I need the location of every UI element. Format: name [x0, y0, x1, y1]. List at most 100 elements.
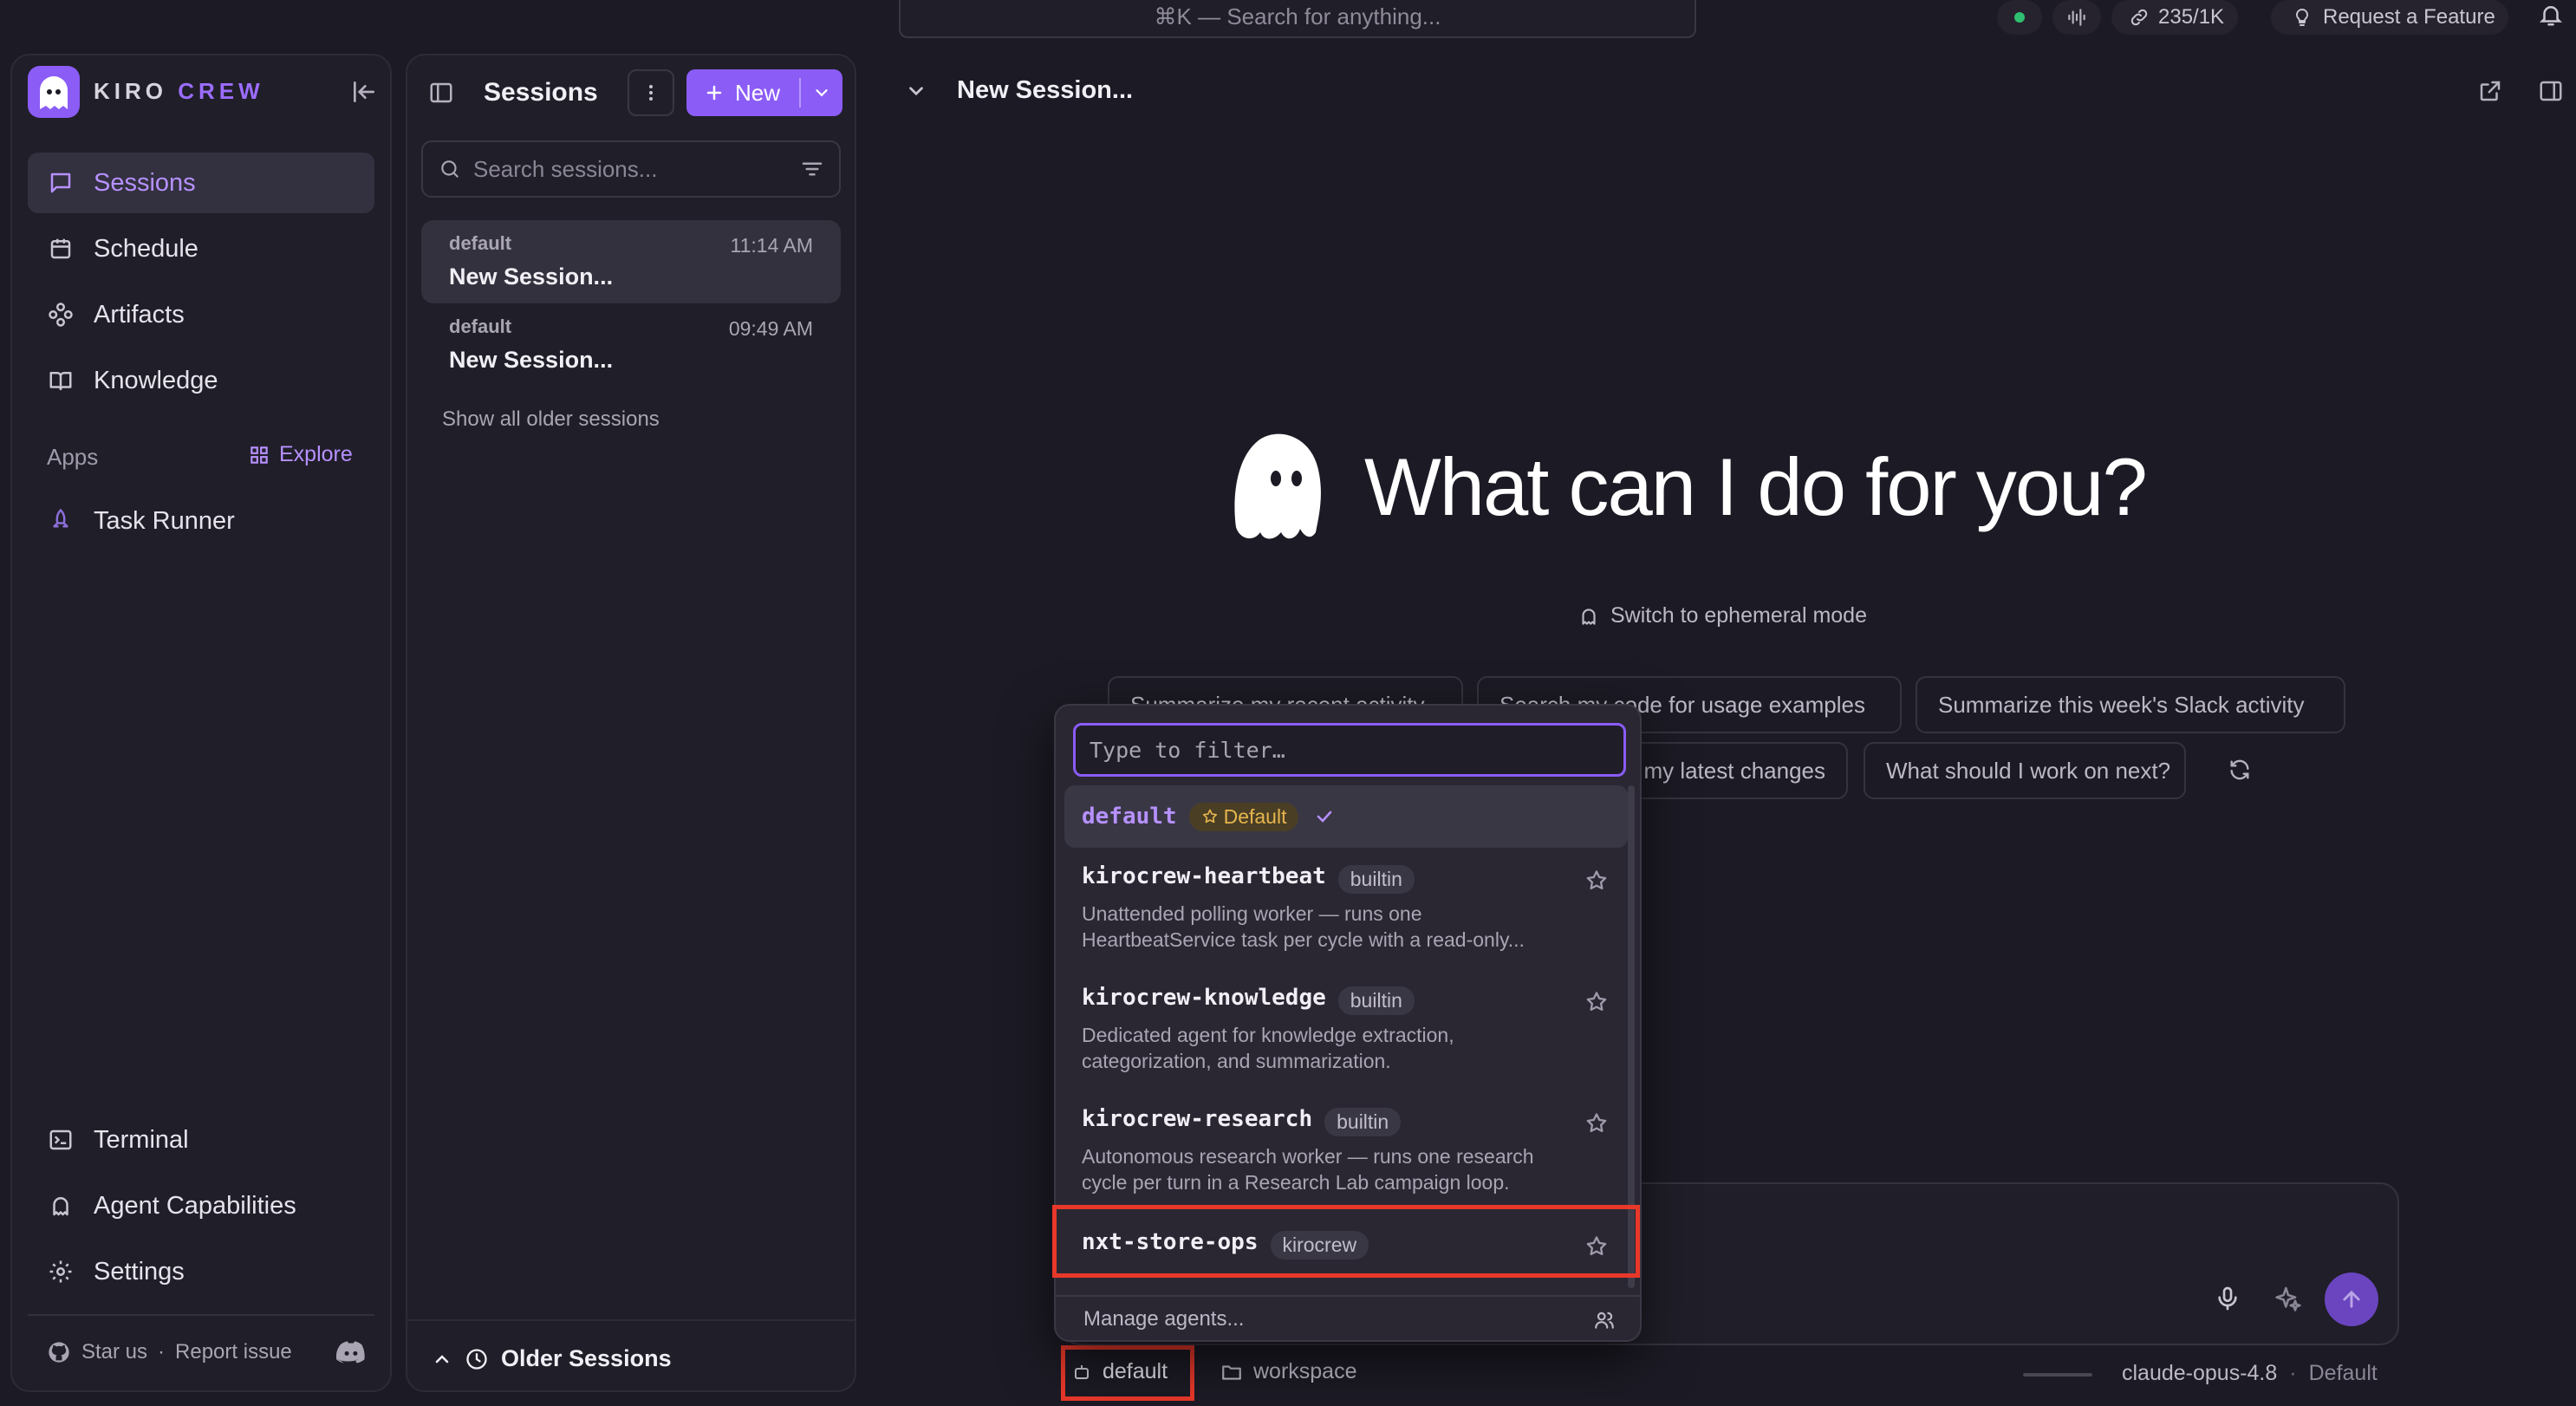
apps-heading: Apps — [47, 444, 99, 470]
voice-input-button[interactable] — [2214, 1285, 2241, 1312]
status-dot-icon — [2014, 12, 2025, 23]
sidebar-item-label: Sessions — [94, 168, 196, 197]
waveform-icon — [2068, 9, 2085, 26]
global-search-bar[interactable]: ⌘K — Search for anything... — [899, 0, 1696, 38]
show-older-sessions-link[interactable]: Show all older sessions — [442, 407, 660, 432]
manage-agents-link[interactable]: Manage agents... — [1083, 1307, 1244, 1331]
default-badge-label: Default — [1223, 804, 1287, 828]
sidebar-item-artifacts[interactable]: Artifacts — [28, 284, 374, 345]
explore-apps-link[interactable]: Explore — [248, 442, 353, 467]
sidebar-item-task-runner[interactable]: Task Runner — [28, 491, 374, 551]
model-selector[interactable]: claude-opus-4.8 · Default — [2122, 1361, 2378, 1386]
send-button[interactable] — [2325, 1273, 2378, 1326]
collapse-sidebar-button[interactable] — [350, 78, 378, 106]
report-issue-link[interactable]: Report issue — [175, 1340, 292, 1364]
ephemeral-mode-toggle[interactable]: Switch to ephemeral mode — [1577, 603, 1867, 628]
bell-icon — [2539, 6, 2563, 26]
sidebar-item-label: Schedule — [94, 234, 198, 263]
chevron-down-icon — [816, 89, 828, 97]
external-link-icon — [2480, 81, 2501, 101]
agent-badge: builtin — [1337, 865, 1415, 895]
clock-icon — [466, 1348, 487, 1370]
agent-option[interactable]: kirocrew-heartbeat builtin Unattended pol… — [1064, 863, 1628, 953]
sessions-menu-button[interactable] — [628, 69, 674, 116]
star-outline-icon — [1586, 992, 1607, 1012]
favorite-agent-button[interactable] — [1584, 990, 1609, 1014]
sidebar-item-label: Settings — [94, 1257, 185, 1286]
enhance-prompt-button[interactable] — [2274, 1285, 2302, 1312]
toggle-panel-button[interactable] — [428, 80, 454, 106]
sidebar-item-label: Task Runner — [94, 506, 235, 535]
notifications-button[interactable] — [2538, 2, 2564, 28]
open-external-button[interactable] — [2477, 78, 2503, 104]
request-feature-button[interactable]: Request a Feature — [2271, 0, 2508, 35]
usage-count: 235/1K — [2158, 5, 2225, 29]
new-session-options-button[interactable] — [801, 69, 842, 116]
agent-option[interactable]: kirocrew-knowledge builtin Dedicated agen… — [1064, 985, 1628, 1074]
sidebar-item-terminal[interactable]: Terminal — [28, 1110, 374, 1170]
artifacts-icon — [47, 301, 75, 329]
suggestion-chip[interactable]: Summarize this week's Slack activity — [1916, 676, 2345, 733]
footer-separator: · — [158, 1340, 166, 1364]
status-indicator[interactable] — [1997, 0, 2042, 35]
workspace-label: workspace — [1253, 1359, 1357, 1383]
older-sessions-toggle[interactable]: Older Sessions — [432, 1345, 672, 1372]
request-feature-label: Request a Feature — [2323, 5, 2495, 29]
sidebar-item-knowledge[interactable]: Knowledge — [28, 350, 374, 411]
manage-agents-button[interactable] — [1593, 1309, 1616, 1331]
sidebar-item-agent-capabilities[interactable]: Agent Capabilities — [28, 1175, 374, 1236]
suggestion-chip[interactable]: What should I work on next? — [1864, 742, 2186, 799]
star-us-link[interactable]: Star us — [81, 1340, 147, 1364]
sidebar-item-sessions[interactable]: Sessions — [28, 153, 374, 213]
workspace-selector[interactable]: workspace — [1220, 1359, 1357, 1384]
favorite-agent-button[interactable] — [1584, 869, 1609, 893]
brand-name: KIRO CREW — [94, 78, 264, 105]
session-title: New Session... — [449, 347, 614, 373]
agent-name: kirocrew-knowledge — [1082, 985, 1326, 1011]
agent-selector-highlight — [1061, 1345, 1194, 1401]
session-item[interactable]: default New Session... 11:14 AM — [421, 220, 841, 303]
new-session-split-button: New — [686, 69, 842, 116]
usage-counter[interactable]: 235/1K — [2111, 0, 2238, 35]
folder-icon — [1222, 1364, 1241, 1380]
agent-description-line: Autonomous research worker — runs one re… — [1082, 1145, 1534, 1168]
ghost-logo-icon — [40, 76, 68, 109]
explore-label: Explore — [279, 442, 353, 466]
session-title-dropdown[interactable] — [905, 80, 927, 102]
agent-name: kirocrew-research — [1082, 1106, 1313, 1132]
agent-badge: builtin — [1324, 1108, 1402, 1137]
book-icon — [47, 367, 75, 394]
sessions-panel: Sessions New Search sessions... default … — [406, 54, 856, 1392]
toggle-right-panel-button[interactable] — [2538, 78, 2564, 104]
star-outline-icon — [1586, 870, 1607, 890]
grid-icon — [250, 446, 268, 464]
star-icon — [1202, 809, 1217, 823]
agent-description: Autonomous research worker — runs one re… — [1082, 1143, 1628, 1195]
sidebar-item-settings[interactable]: Settings — [28, 1241, 374, 1302]
agent-option[interactable]: kirocrew-research builtin Autonomous rese… — [1064, 1106, 1628, 1195]
favorite-agent-button[interactable] — [1584, 1111, 1609, 1136]
sidebar-item-schedule[interactable]: Schedule — [28, 218, 374, 279]
session-search-input[interactable]: Search sessions... — [421, 140, 841, 198]
agent-option-default[interactable]: default Default — [1064, 785, 1628, 848]
chevron-down-icon — [909, 87, 923, 96]
ghost-icon — [47, 1192, 75, 1220]
agent-badge: builtin — [1337, 986, 1415, 1016]
new-session-button[interactable]: New — [686, 69, 799, 116]
agent-filter-input[interactable]: Type to filter… — [1073, 723, 1626, 777]
session-time: 11:14 AM — [730, 234, 813, 257]
ghost-mascot — [1224, 425, 1328, 546]
agent-name: kirocrew-heartbeat — [1082, 863, 1326, 889]
sidebar-footer: Star us · Report issue — [47, 1340, 292, 1364]
arrow-up-icon — [2343, 1290, 2360, 1308]
refresh-suggestions-button[interactable] — [2228, 758, 2252, 782]
session-item[interactable]: default New Session... 09:49 AM — [421, 303, 841, 387]
sidebar: KIRO CREW Sessions Schedule Artifacts Kn… — [10, 54, 392, 1392]
filter-button[interactable] — [799, 156, 825, 182]
agent-description-line: cycle per turn in a Research Lab campaig… — [1082, 1171, 1510, 1194]
discord-button[interactable] — [336, 1340, 366, 1364]
activity-button[interactable] — [2052, 0, 2101, 35]
mode-label: Default — [2308, 1361, 2378, 1385]
new-label: New — [735, 79, 781, 106]
sidebar-right-icon — [2540, 81, 2562, 101]
